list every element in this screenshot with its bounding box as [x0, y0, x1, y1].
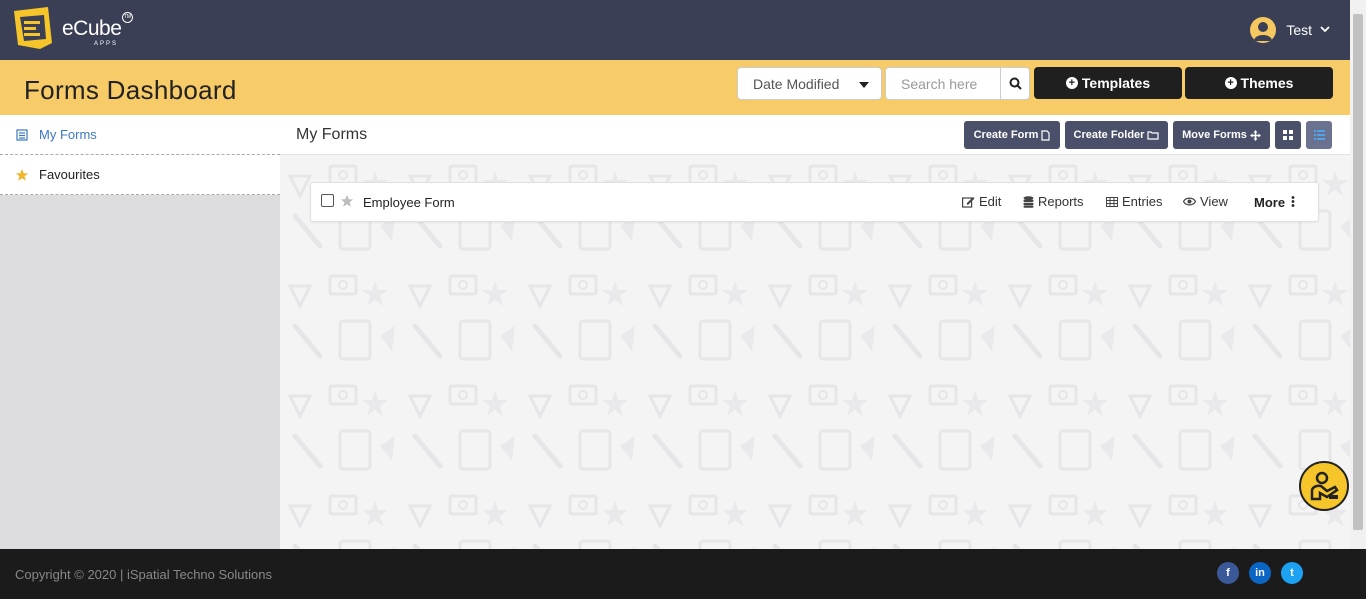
themes-button-label: Themes: [1240, 75, 1294, 91]
view-action[interactable]: View: [1183, 194, 1228, 209]
logo-icon: [14, 7, 52, 49]
plus-circle-icon: +: [1224, 77, 1237, 89]
move-forms-button[interactable]: Move Forms: [1173, 121, 1270, 149]
list-view-button[interactable]: [1306, 121, 1332, 149]
create-form-button[interactable]: Create Form: [964, 121, 1060, 149]
twitter-icon[interactable]: t: [1281, 562, 1303, 584]
trademark-badge: TM: [122, 12, 133, 23]
list-icon: [15, 128, 29, 141]
view-label: View: [1200, 194, 1228, 209]
sort-select[interactable]: Date Modified: [737, 67, 882, 100]
create-form-label: Create Form: [973, 129, 1039, 141]
database-icon: [1023, 195, 1034, 208]
reports-label: Reports: [1038, 194, 1084, 209]
sidebar-item-label: Favourites: [39, 167, 100, 182]
vertical-dots-icon: [1291, 196, 1295, 207]
create-folder-label: Create Folder: [1073, 129, 1145, 141]
themes-button[interactable]: + Themes: [1185, 67, 1333, 99]
favourite-star-icon[interactable]: [340, 194, 354, 213]
linkedin-icon[interactable]: in: [1249, 562, 1271, 584]
top-navbar: eCube APPS TM Test: [0, 0, 1350, 60]
templates-button[interactable]: + Templates: [1034, 67, 1182, 99]
sidebar-item-favourites[interactable]: Favourites: [0, 155, 280, 195]
sidebar-item-my-forms[interactable]: My Forms: [0, 115, 280, 155]
page-title: Forms Dashboard: [24, 75, 237, 105]
footer: Copyright © 2020 | iSpatial Techno Solut…: [0, 549, 1366, 599]
search-icon: [1009, 77, 1022, 90]
list-view-icon: [1313, 130, 1325, 140]
search-input[interactable]: [885, 67, 1001, 100]
create-folder-button[interactable]: Create Folder: [1065, 121, 1168, 149]
form-list-item[interactable]: Employee Form Edit Reports Entries View …: [310, 182, 1319, 222]
move-icon: [1249, 129, 1261, 141]
main-content: My Forms Create Form Create Folder Move …: [280, 115, 1350, 549]
user-menu[interactable]: Test: [1250, 16, 1330, 44]
user-avatar-icon: [1250, 17, 1277, 43]
templates-button-label: Templates: [1081, 75, 1151, 91]
table-icon: [1106, 196, 1118, 207]
facebook-icon[interactable]: f: [1217, 562, 1239, 584]
entries-action[interactable]: Entries: [1106, 194, 1162, 209]
more-menu-button[interactable]: More: [1254, 195, 1295, 210]
edit-action[interactable]: Edit: [962, 194, 1001, 209]
scrollbar-thumb[interactable]: [1353, 14, 1363, 530]
entries-label: Entries: [1122, 194, 1163, 209]
file-icon: [1041, 129, 1050, 141]
edit-icon: [962, 196, 975, 208]
page-scrollbar[interactable]: [1350, 0, 1366, 549]
search-button[interactable]: [1000, 67, 1030, 100]
more-label: More: [1254, 195, 1286, 210]
plus-circle-icon: +: [1065, 77, 1078, 89]
support-agent-icon: [1310, 471, 1339, 501]
ecube-logo[interactable]: eCube APPS TM: [10, 5, 140, 51]
logo-subtext: APPS: [94, 41, 119, 47]
sidebar: My Forms Favourites: [0, 115, 280, 549]
main-toolbar: My Forms Create Form Create Folder Move …: [280, 115, 1350, 155]
copyright-text: Copyright © 2020 | iSpatial Techno Solut…: [15, 567, 272, 582]
form-name[interactable]: Employee Form: [363, 195, 455, 210]
grid-view-button[interactable]: [1275, 121, 1301, 149]
form-select-checkbox[interactable]: [321, 194, 334, 207]
logo-text: eCube: [62, 17, 122, 40]
help-support-button[interactable]: [1299, 461, 1349, 511]
folder-icon: [1147, 131, 1160, 140]
edit-label: Edit: [979, 194, 1002, 209]
eye-icon: [1183, 197, 1196, 206]
sidebar-item-label: My Forms: [39, 127, 97, 142]
reports-action[interactable]: Reports: [1023, 194, 1084, 209]
chevron-down-icon: [1320, 25, 1330, 36]
section-title: My Forms: [296, 126, 368, 143]
move-forms-label: Move Forms: [1182, 129, 1247, 141]
caret-down-icon: [859, 82, 869, 88]
star-icon: [15, 167, 29, 183]
dashboard-header: Forms Dashboard Date Modified + Template…: [0, 60, 1350, 115]
grid-icon: [1283, 130, 1293, 140]
sort-select-value: Date Modified: [753, 76, 840, 92]
user-name: Test: [1286, 22, 1312, 38]
